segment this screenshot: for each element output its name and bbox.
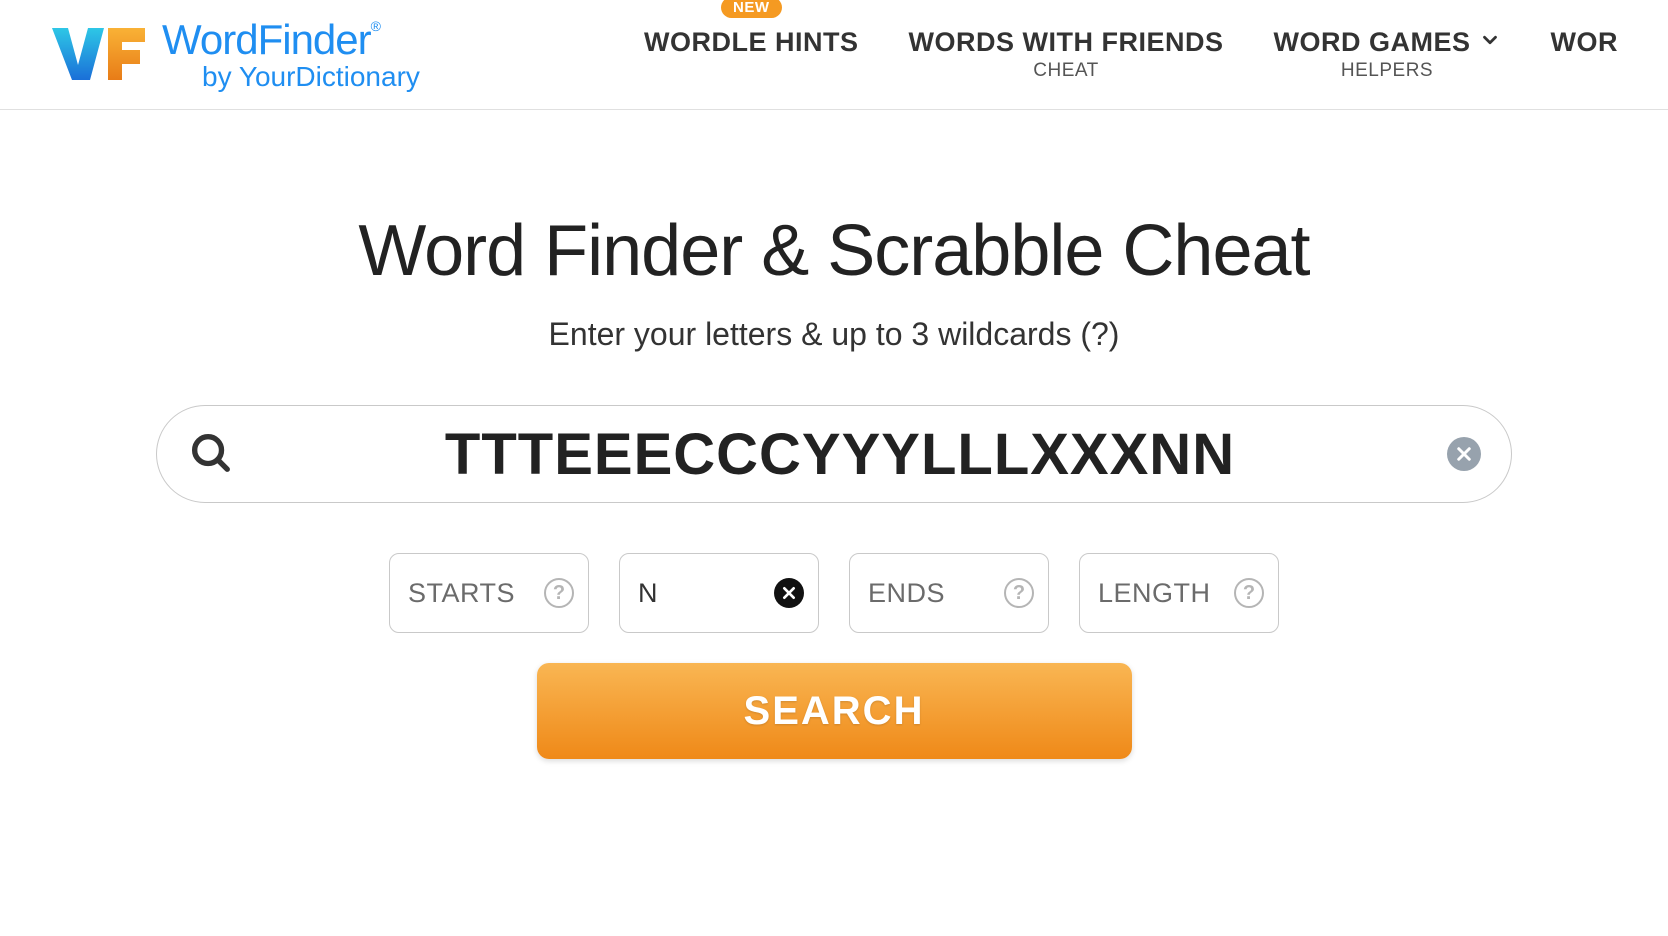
letters-input[interactable] xyxy=(233,421,1447,488)
length-input[interactable] xyxy=(1098,578,1234,609)
clear-contains-button[interactable] xyxy=(774,578,804,608)
chevron-down-icon xyxy=(1479,27,1501,58)
filters-row: ? ? ? xyxy=(389,553,1279,633)
nav-label: WOR xyxy=(1551,27,1618,58)
search-icon xyxy=(187,429,233,480)
logo-icon xyxy=(50,20,150,90)
help-icon[interactable]: ? xyxy=(544,578,574,608)
header: WordFinder® by YourDictionary NEW WORDLE… xyxy=(0,0,1668,110)
logo-text: WordFinder® by YourDictionary xyxy=(162,19,420,91)
search-button[interactable]: SEARCH xyxy=(537,663,1132,759)
ends-input[interactable] xyxy=(868,578,1004,609)
main-nav: NEW WORDLE HINTS WORDS WITH FRIENDS CHEA… xyxy=(644,27,1618,82)
starts-input[interactable] xyxy=(408,578,544,609)
nav-sublabel: CHEAT xyxy=(1033,60,1098,82)
contains-input[interactable] xyxy=(638,578,774,609)
help-icon[interactable]: ? xyxy=(1004,578,1034,608)
nav-sublabel: HELPERS xyxy=(1341,60,1433,82)
main-content: Word Finder & Scrabble Cheat Enter your … xyxy=(0,110,1668,759)
nav-word-games[interactable]: WORD GAMES HELPERS xyxy=(1274,27,1501,82)
search-bar xyxy=(156,405,1512,503)
clear-input-button[interactable] xyxy=(1447,437,1481,471)
ends-filter: ? xyxy=(849,553,1049,633)
starts-filter: ? xyxy=(389,553,589,633)
nav-wordle-hints[interactable]: NEW WORDLE HINTS xyxy=(644,27,859,58)
page-subtitle: Enter your letters & up to 3 wildcards (… xyxy=(549,316,1120,353)
length-filter: ? xyxy=(1079,553,1279,633)
nav-label: WORDLE HINTS xyxy=(644,27,859,58)
new-badge: NEW xyxy=(721,0,782,18)
brand-subtitle: by YourDictionary xyxy=(162,63,420,91)
logo[interactable]: WordFinder® by YourDictionary xyxy=(50,19,420,91)
help-icon[interactable]: ? xyxy=(1234,578,1264,608)
nav-label: WORD GAMES xyxy=(1274,27,1501,58)
contains-filter xyxy=(619,553,819,633)
nav-words-with-friends[interactable]: WORDS WITH FRIENDS CHEAT xyxy=(909,27,1224,82)
brand-name: WordFinder® xyxy=(162,19,420,61)
nav-more[interactable]: WOR xyxy=(1551,27,1618,58)
page-title: Word Finder & Scrabble Cheat xyxy=(358,210,1309,292)
nav-label: WORDS WITH FRIENDS xyxy=(909,27,1224,58)
